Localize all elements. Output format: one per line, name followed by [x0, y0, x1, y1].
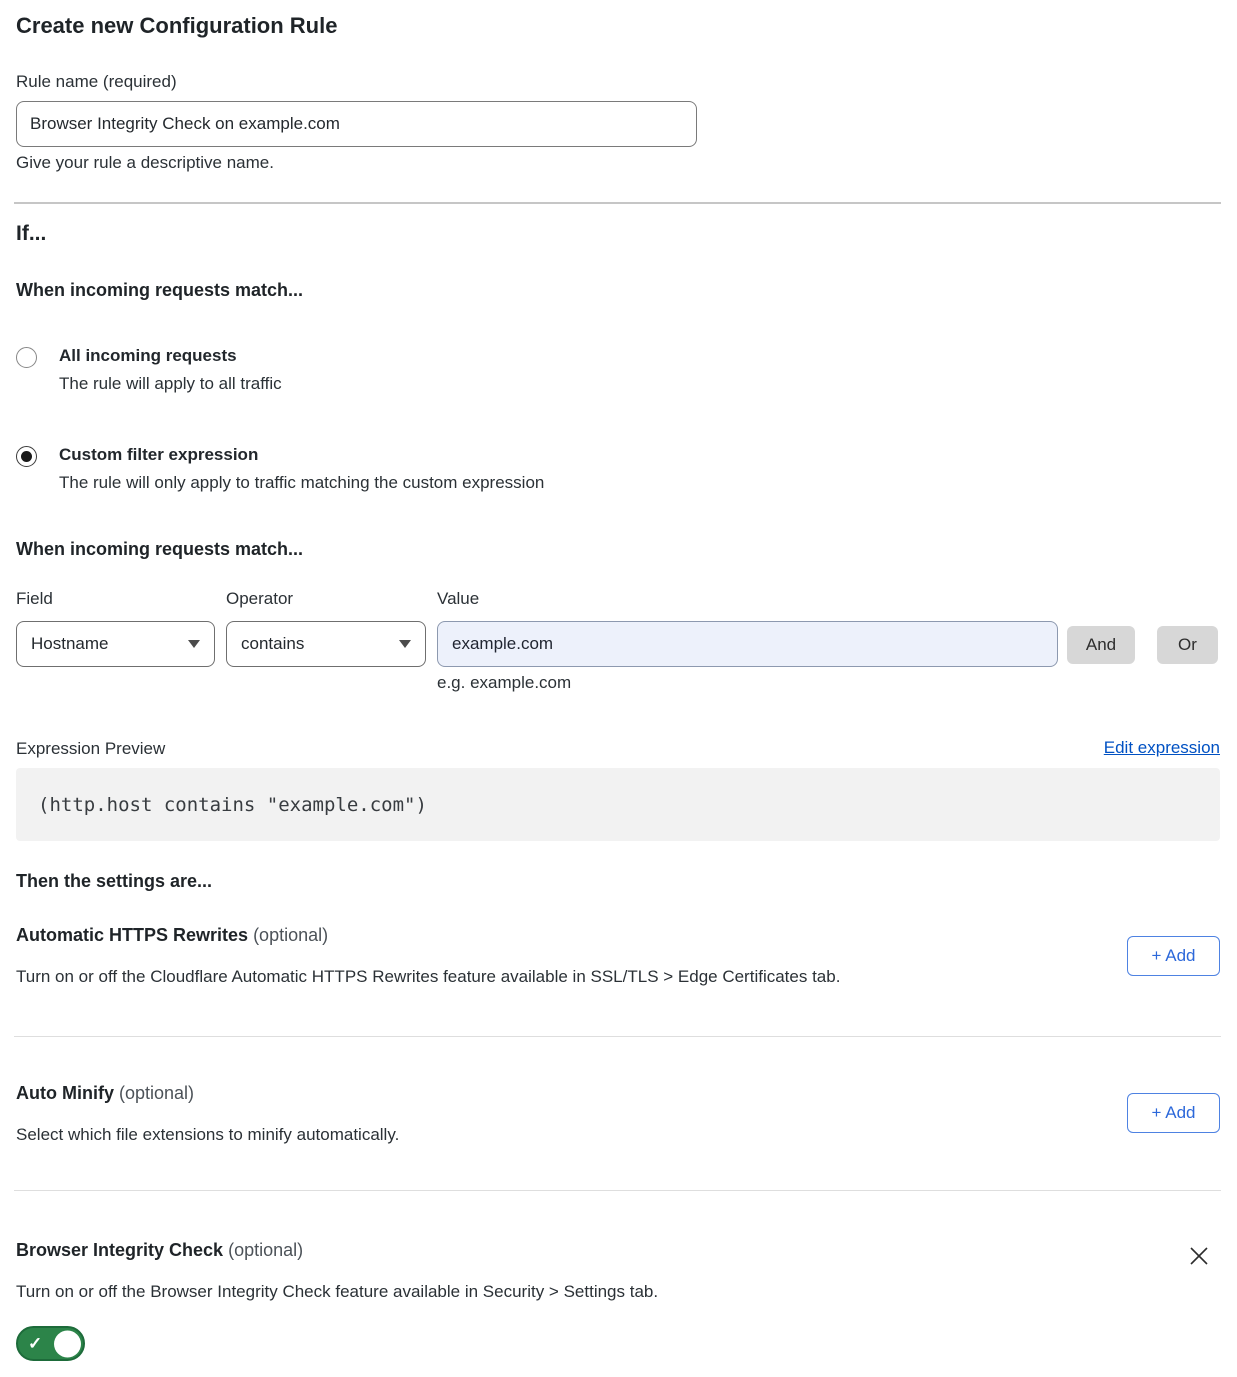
toggle-knob: [54, 1330, 81, 1357]
operator-label: Operator: [226, 588, 293, 610]
check-icon: ✓: [28, 1334, 42, 1354]
chevron-down-icon: [188, 640, 200, 648]
or-button[interactable]: Or: [1157, 626, 1218, 664]
radio-custom-filter-expression-label[interactable]: Custom filter expression: [59, 444, 258, 466]
radio-all-incoming-requests-label[interactable]: All incoming requests: [59, 345, 237, 367]
if-heading: If...: [16, 222, 46, 246]
radio-custom-filter-expression[interactable]: [16, 446, 37, 467]
operator-select-value: contains: [241, 634, 304, 654]
expression-preview-box: (http.host contains "example.com"): [16, 768, 1220, 841]
then-settings-heading: Then the settings are...: [16, 871, 212, 892]
section-divider: [14, 1036, 1221, 1037]
match-heading: When incoming requests match...: [16, 280, 303, 301]
setting-auto-minify-title: Auto Minify (optional): [16, 1083, 194, 1104]
expression-preview-label: Expression Preview: [16, 738, 165, 760]
chevron-down-icon: [399, 640, 411, 648]
rule-name-label: Rule name (required): [16, 71, 177, 93]
radio-all-incoming-requests-description: The rule will apply to all traffic: [59, 373, 282, 395]
setting-optional-text: (optional): [228, 1240, 303, 1260]
expression-builder-heading: When incoming requests match...: [16, 539, 303, 560]
setting-browser-integrity-check-title: Browser Integrity Check (optional): [16, 1240, 303, 1261]
radio-custom-filter-expression-description: The rule will only apply to traffic matc…: [59, 472, 544, 494]
section-divider: [14, 202, 1221, 204]
page-title: Create new Configuration Rule: [16, 13, 337, 39]
section-divider: [14, 1190, 1221, 1191]
operator-select[interactable]: contains: [226, 621, 426, 667]
field-label: Field: [16, 588, 53, 610]
browser-integrity-check-toggle[interactable]: ✓: [16, 1326, 85, 1361]
value-input[interactable]: [437, 621, 1058, 667]
radio-dot: [21, 451, 32, 462]
create-configuration-rule-page: Create new Configuration Rule Rule name …: [0, 0, 1237, 1377]
rule-name-input[interactable]: [16, 101, 697, 147]
setting-title-text: Automatic HTTPS Rewrites: [16, 925, 248, 945]
setting-auto-minify-description: Select which file extensions to minify a…: [16, 1124, 399, 1146]
radio-all-incoming-requests[interactable]: [16, 347, 37, 368]
setting-optional-text: (optional): [253, 925, 328, 945]
setting-title-text: Auto Minify: [16, 1083, 114, 1103]
setting-title-text: Browser Integrity Check: [16, 1240, 223, 1260]
add-automatic-https-rewrites-button[interactable]: + Add: [1127, 936, 1220, 976]
field-select-value: Hostname: [31, 634, 108, 654]
and-button[interactable]: And: [1067, 626, 1135, 664]
rule-name-help: Give your rule a descriptive name.: [16, 152, 274, 174]
value-help: e.g. example.com: [437, 672, 571, 694]
setting-automatic-https-rewrites-title: Automatic HTTPS Rewrites (optional): [16, 925, 328, 946]
close-icon: [1186, 1243, 1212, 1269]
setting-browser-integrity-check-description: Turn on or off the Browser Integrity Che…: [16, 1281, 658, 1303]
field-select[interactable]: Hostname: [16, 621, 215, 667]
value-label: Value: [437, 588, 479, 610]
setting-automatic-https-rewrites-description: Turn on or off the Cloudflare Automatic …: [16, 966, 840, 988]
remove-browser-integrity-check-button[interactable]: [1186, 1243, 1212, 1269]
expression-code: (http.host contains "example.com"): [38, 794, 427, 816]
add-auto-minify-button[interactable]: + Add: [1127, 1093, 1220, 1133]
setting-optional-text: (optional): [119, 1083, 194, 1103]
edit-expression-link[interactable]: Edit expression: [1104, 738, 1220, 758]
